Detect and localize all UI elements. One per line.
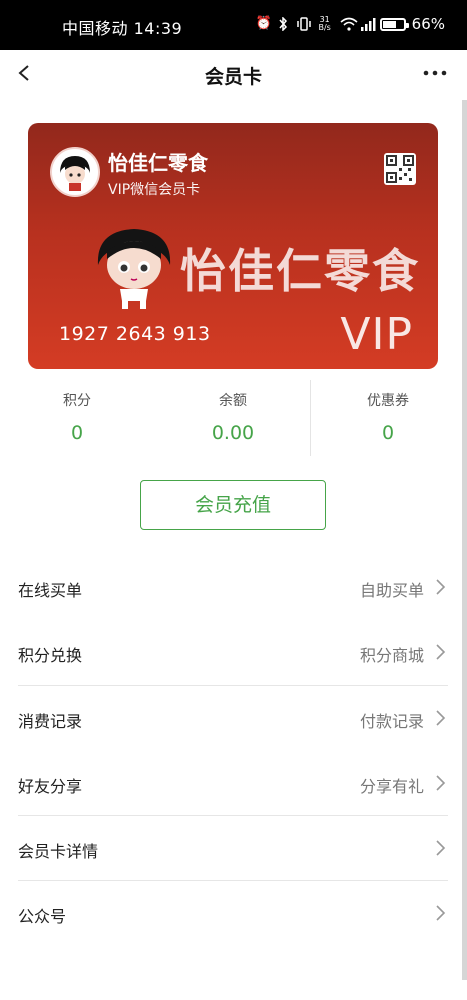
chevron-right-icon xyxy=(436,840,446,856)
menu-item-friend-share[interactable]: 好友分享 分享有礼 xyxy=(18,751,448,817)
battery-fill xyxy=(382,20,396,28)
mascot-illustration xyxy=(90,221,178,311)
chevron-right-icon xyxy=(436,775,446,791)
menu-label: 消费记录 xyxy=(18,711,83,731)
vibrate-icon xyxy=(296,17,311,31)
status-bar: 中国移动 14:39 ⏰ 31 B/s 66% xyxy=(0,0,467,50)
brand-logo xyxy=(50,147,100,197)
menu-label: 会员卡详情 xyxy=(18,842,99,862)
menu-item-consumption-records[interactable]: 消费记录 付款记录 xyxy=(18,686,448,751)
alarm-icon: ⏰ xyxy=(255,16,272,31)
stat-balance[interactable]: 余额 0.00 xyxy=(163,380,303,444)
qr-code-icon[interactable] xyxy=(384,153,416,185)
card-brand-name: 怡佳仁零食 xyxy=(108,151,208,175)
menu-label: 好友分享 xyxy=(18,776,83,796)
chevron-right-icon xyxy=(436,579,446,595)
vip-label: VIP xyxy=(340,309,413,360)
member-card[interactable]: 怡佳仁零食 VIP微信会员卡 怡佳仁零食 1927 2643 913 VIP xyxy=(28,123,438,369)
speed-unit: B/s xyxy=(318,23,331,32)
menu-list: 在线买单 自助买单 积分兑换 积分商城 消费记录 付款记录 好友分享 分享有礼 … xyxy=(18,555,448,947)
card-number: 1927 2643 913 xyxy=(59,323,211,345)
status-icons: ⏰ 31 B/s 66% xyxy=(256,15,445,33)
more-dots-icon[interactable] xyxy=(421,60,449,86)
recharge-button[interactable]: 会员充值 xyxy=(140,480,326,530)
battery-icon xyxy=(379,17,409,31)
menu-value: 自助买单 xyxy=(359,581,424,600)
menu-item-official-account[interactable]: 公众号 xyxy=(18,881,448,946)
bluetooth-icon xyxy=(276,16,290,32)
menu-label: 积分兑换 xyxy=(18,646,83,666)
stat-divider xyxy=(310,380,311,456)
stat-value: 0 xyxy=(70,422,84,444)
carrier-time: 中国移动 14:39 xyxy=(62,19,183,38)
stat-label: 积分 xyxy=(63,393,91,409)
signal-icon xyxy=(360,17,376,31)
stat-label: 余额 xyxy=(219,393,247,409)
stat-coupons[interactable]: 优惠券 0 xyxy=(318,380,458,444)
network-speed: 31 B/s xyxy=(316,16,334,32)
chevron-right-icon xyxy=(436,644,446,660)
stat-label: 优惠券 xyxy=(367,393,409,409)
stat-value: 0.00 xyxy=(211,422,255,444)
menu-value: 分享有礼 xyxy=(359,776,424,796)
page-title: 会员卡 xyxy=(204,66,262,88)
menu-item-online-pay[interactable]: 在线买单 自助买单 xyxy=(18,555,448,620)
member-stats: 积分 0 余额 0.00 优惠券 0 xyxy=(0,380,467,456)
battery-percent: 66% xyxy=(411,15,445,33)
menu-value: 积分商城 xyxy=(359,646,424,666)
card-wordmark: 怡佳仁零食 xyxy=(180,244,420,298)
menu-label: 公众号 xyxy=(18,907,67,927)
stat-value: 0 xyxy=(381,422,395,444)
menu-item-card-details[interactable]: 会员卡详情 xyxy=(18,816,448,882)
card-type: VIP微信会员卡 xyxy=(108,182,201,198)
wifi-icon xyxy=(340,17,358,31)
menu-label: 在线买单 xyxy=(18,581,83,600)
menu-item-points-exchange[interactable]: 积分兑换 积分商城 xyxy=(18,620,448,686)
stat-points[interactable]: 积分 0 xyxy=(7,380,147,444)
scrollbar[interactable] xyxy=(462,100,467,980)
chevron-right-icon xyxy=(436,905,446,922)
nav-bar: 会员卡 xyxy=(0,50,467,96)
chevron-right-icon xyxy=(436,710,446,726)
menu-value: 付款记录 xyxy=(359,711,424,731)
